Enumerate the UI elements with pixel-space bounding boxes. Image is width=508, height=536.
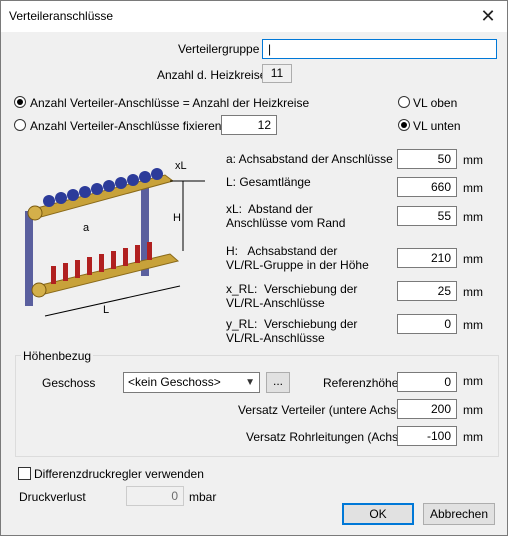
close-icon[interactable]: ✕ [477, 5, 499, 27]
ref-height-input[interactable]: 0 [397, 372, 457, 392]
param-l-input[interactable]: 660 [397, 177, 457, 197]
offset-dist-unit: mm [463, 403, 483, 417]
pressure-input: 0 [126, 486, 184, 506]
floor-select[interactable]: <kein Geschoss> ▼ [123, 372, 260, 393]
radio-vl-unten[interactable] [398, 119, 410, 131]
group-input[interactable]: | [262, 39, 497, 59]
vl-oben-label[interactable]: VL oben [413, 96, 457, 110]
param-xrl-unit: mm [463, 285, 483, 299]
ref-height-label: Referenzhöhe [323, 376, 399, 390]
group-label: Verteilergruppe [178, 42, 260, 56]
offset-dist-label: Versatz Verteiler (untere Achse) [238, 403, 407, 417]
cancel-button[interactable]: Abbrechen [423, 503, 495, 525]
floor-select-value: <kein Geschoss> [128, 375, 221, 389]
param-l-unit: mm [463, 181, 483, 195]
pressure-unit: mbar [189, 490, 217, 504]
param-yrl-unit: mm [463, 318, 483, 332]
param-h-unit: mm [463, 252, 483, 266]
param-xl-input[interactable]: 55 [397, 206, 457, 226]
diff-regulator-label[interactable]: Differenzdruckregler verwenden [34, 467, 204, 481]
radio-equal-label[interactable]: Anzahl Verteiler-Anschlüsse = Anzahl der… [30, 96, 309, 110]
ok-button[interactable]: OK [342, 503, 414, 525]
title-bar: Verteileranschlüsse ✕ [1, 1, 507, 32]
top-manifold-bar [32, 174, 175, 218]
offset-pipe-label: Versatz Rohrleitungen (Achse) [246, 430, 409, 444]
param-h-label: H: Achsabstand der VL/RL-Gruppe in der H… [226, 244, 369, 272]
radio-fixed[interactable] [14, 119, 26, 131]
param-xl-label: xL: Abstand der Anschlüsse vom Rand [226, 202, 346, 230]
param-a-label: a: Achsabstand der Anschlüsse [226, 152, 393, 166]
chevron-down-icon: ▼ [245, 377, 255, 388]
bottom-manifold-bar [36, 253, 180, 295]
param-yrl-input[interactable]: 0 [397, 314, 457, 334]
dim-h-label: H [173, 212, 181, 224]
param-h-input[interactable]: 210 [397, 248, 457, 268]
param-xl-unit: mm [463, 210, 483, 224]
radio-equal[interactable] [14, 96, 26, 108]
param-yrl-label: y_RL: Verschiebung der VL/RL-Anschlüsse [226, 317, 358, 345]
param-xrl-input[interactable]: 25 [397, 281, 457, 301]
dim-xl-label: xL [175, 160, 187, 172]
param-l-label: L: Gesamtlänge [226, 175, 311, 189]
floor-label: Geschoss [42, 376, 96, 390]
fixed-count-input[interactable]: 12 [221, 115, 277, 135]
offset-pipe-input[interactable]: -100 [397, 426, 457, 446]
heat-circuits-value: 11 [262, 64, 292, 83]
param-a-unit: mm [463, 153, 483, 167]
dim-a-label: a [83, 222, 90, 234]
offset-dist-input[interactable]: 200 [397, 399, 457, 419]
offset-pipe-unit: mm [463, 430, 483, 444]
dim-l-label: L [103, 304, 109, 316]
manifold-illustration: H xL a L [25, 160, 205, 317]
heat-circuits-label: Anzahl d. Heizkreise [157, 68, 267, 82]
dialog-window: Verteileranschlüsse ✕ Verteilergruppe | … [0, 0, 508, 536]
vl-unten-label[interactable]: VL unten [413, 119, 461, 133]
height-ref-title: Höhenbezug [21, 349, 94, 363]
pressure-label: Druckverlust [19, 490, 86, 504]
radio-fixed-label[interactable]: Anzahl Verteiler-Anschlüsse fixieren [30, 119, 221, 133]
window-title: Verteileranschlüsse [9, 9, 114, 23]
diff-regulator-checkbox[interactable] [18, 467, 31, 480]
param-a-input[interactable]: 50 [397, 149, 457, 169]
ref-height-unit: mm [463, 374, 483, 388]
param-xrl-label: x_RL: Verschiebung der VL/RL-Anschlüsse [226, 282, 358, 310]
radio-vl-oben[interactable] [398, 96, 410, 108]
floor-more-button[interactable]: ... [266, 372, 290, 393]
